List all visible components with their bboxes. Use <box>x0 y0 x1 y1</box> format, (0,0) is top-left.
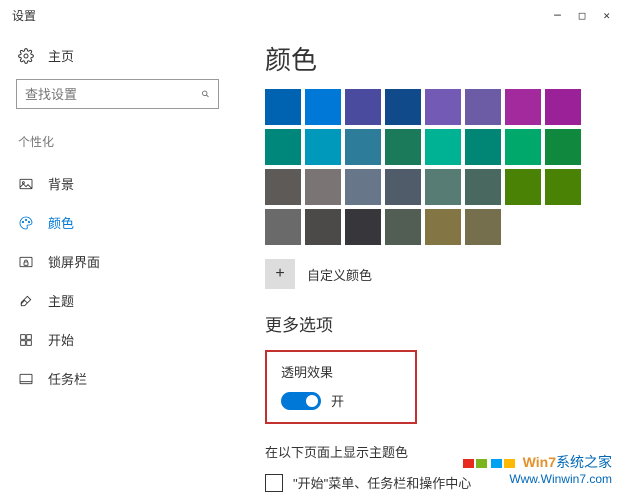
sidebar-item-taskbar[interactable]: 任务栏 <box>16 359 219 398</box>
sidebar-category: 个性化 <box>16 133 219 150</box>
color-swatch[interactable] <box>385 129 421 165</box>
color-swatch[interactable] <box>345 169 381 205</box>
more-options-title: 更多选项 <box>265 311 608 336</box>
search-box[interactable] <box>16 79 219 109</box>
sidebar-item-label: 开始 <box>48 330 74 349</box>
color-swatch[interactable] <box>465 169 501 205</box>
color-swatch[interactable] <box>465 209 501 245</box>
sidebar-item-colors[interactable]: 颜色 <box>16 203 219 242</box>
accent-check-label: "开始"菜单、任务栏和操作中心 <box>293 473 471 492</box>
sidebar-item-label: 锁屏界面 <box>48 252 100 271</box>
sidebar-item-themes[interactable]: 主题 <box>16 281 219 320</box>
color-swatch[interactable] <box>545 89 581 125</box>
color-swatch[interactable] <box>305 209 341 245</box>
color-swatch[interactable] <box>305 169 341 205</box>
page-title: 颜色 <box>265 40 608 77</box>
home-label: 主页 <box>48 46 74 65</box>
sidebar-item-background[interactable]: 背景 <box>16 164 219 203</box>
sidebar-item-label: 背景 <box>48 174 74 193</box>
start-icon <box>18 332 34 348</box>
show-accent-title: 在以下页面上显示主题色 <box>265 442 608 461</box>
titlebar: 设置 ─ □ ✕ <box>0 0 628 30</box>
sidebar-item-label: 主题 <box>48 291 74 310</box>
close-button[interactable]: ✕ <box>603 9 610 22</box>
sidebar: 主页 个性化 背景 颜色 锁屏界面 主题 开始 任务栏 <box>0 30 235 500</box>
sidebar-item-start[interactable]: 开始 <box>16 320 219 359</box>
custom-color-button[interactable]: + 自定义颜色 <box>265 259 372 289</box>
color-swatch[interactable] <box>425 129 461 165</box>
color-swatches <box>265 89 608 245</box>
transparency-highlight: 透明效果 开 <box>265 350 417 424</box>
checkbox-icon <box>265 474 283 492</box>
color-swatch[interactable] <box>425 89 461 125</box>
transparency-state: 开 <box>331 391 344 410</box>
lockscreen-icon <box>18 254 34 270</box>
color-swatch[interactable] <box>505 129 541 165</box>
color-swatch[interactable] <box>345 129 381 165</box>
color-swatch[interactable] <box>265 89 301 125</box>
search-icon <box>201 87 210 101</box>
color-swatch[interactable] <box>545 169 581 205</box>
transparency-toggle[interactable] <box>281 392 321 410</box>
sidebar-item-label: 颜色 <box>48 213 74 232</box>
color-swatch[interactable] <box>385 89 421 125</box>
sidebar-item-lockscreen[interactable]: 锁屏界面 <box>16 242 219 281</box>
color-swatch[interactable] <box>305 89 341 125</box>
color-swatch[interactable] <box>465 129 501 165</box>
taskbar-icon <box>18 371 34 387</box>
color-swatch[interactable] <box>425 209 461 245</box>
color-swatch[interactable] <box>385 169 421 205</box>
themes-icon <box>18 293 34 309</box>
minimize-button[interactable]: ─ <box>554 9 561 22</box>
window-controls: ─ □ ✕ <box>554 9 610 22</box>
color-swatch[interactable] <box>505 169 541 205</box>
color-swatch[interactable] <box>345 209 381 245</box>
color-swatch[interactable] <box>465 89 501 125</box>
window-title: 设置 <box>8 7 554 24</box>
color-swatch[interactable] <box>385 209 421 245</box>
color-swatch[interactable] <box>305 129 341 165</box>
transparency-label: 透明效果 <box>281 362 401 381</box>
accent-check-start[interactable]: "开始"菜单、任务栏和操作中心 <box>265 473 608 492</box>
palette-icon <box>18 215 34 231</box>
color-swatch[interactable] <box>545 129 581 165</box>
color-swatch[interactable] <box>505 89 541 125</box>
content-container: 主页 个性化 背景 颜色 锁屏界面 主题 开始 任务栏 <box>0 30 628 500</box>
plus-icon: + <box>265 259 295 289</box>
color-swatch[interactable] <box>345 89 381 125</box>
sidebar-item-label: 任务栏 <box>48 369 87 388</box>
color-swatch[interactable] <box>265 169 301 205</box>
color-swatch[interactable] <box>425 169 461 205</box>
color-swatch[interactable] <box>265 209 301 245</box>
maximize-button[interactable]: □ <box>579 9 586 22</box>
home-nav[interactable]: 主页 <box>16 40 219 79</box>
search-input[interactable] <box>25 87 201 102</box>
picture-icon <box>18 176 34 192</box>
gear-icon <box>18 48 34 64</box>
color-swatch[interactable] <box>265 129 301 165</box>
custom-color-label: 自定义颜色 <box>307 265 372 284</box>
main-content: 颜色 + 自定义颜色 更多选项 透明效果 开 在以下页面上显示主题色 "开始"菜… <box>235 30 628 500</box>
